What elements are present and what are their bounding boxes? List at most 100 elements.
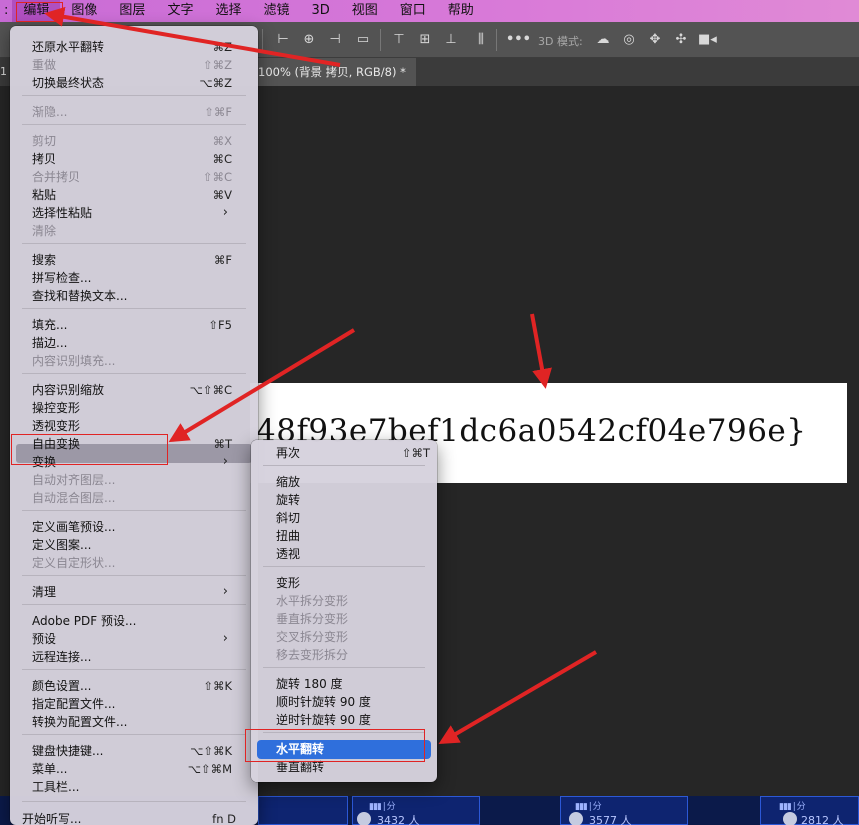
edit-menu-item-fill[interactable]: 填充... ⇧F5: [32, 316, 242, 334]
menu-item-shortcut: ⇧F5: [208, 318, 232, 332]
menubar-item-layer[interactable]: 图层: [108, 0, 156, 22]
menu-item-label: 水平拆分变形: [276, 594, 349, 608]
edit-menu-item-auto-align-layers[interactable]: 自动对齐图层...: [32, 471, 242, 489]
edit-menu-item-auto-blend-layers[interactable]: 自动混合图层...: [32, 489, 242, 507]
transform-menu-item-split-warp-vertical[interactable]: 垂直拆分变形: [276, 610, 426, 628]
edit-menu-item-menus[interactable]: 菜单... ⌥⇧⌘M: [32, 760, 242, 778]
edit-menu-item-keyboard-shortcuts[interactable]: 键盘快捷键... ⌥⇧⌘K: [32, 742, 242, 760]
align-top-edges-icon[interactable]: ⊤: [390, 31, 408, 49]
menubar-item-view[interactable]: 视图: [341, 0, 389, 22]
transform-menu-item-skew[interactable]: 斜切: [276, 509, 426, 527]
edit-menu-item-toolbar[interactable]: 工具栏...: [32, 778, 242, 796]
slide-3d-icon[interactable]: ✣: [672, 31, 690, 49]
transform-menu-item-again[interactable]: 再次 ⇧⌘T: [276, 444, 430, 462]
transform-menu-item-rotate-180[interactable]: 旋转 180 度: [276, 675, 426, 693]
more-icon[interactable]: •••: [506, 31, 531, 49]
document-tab[interactable]: 100% (背景 拷贝, RGB/8) *: [250, 58, 416, 86]
annotation-box-transform: [11, 434, 168, 465]
align-bottom-edges-icon[interactable]: ⊥: [442, 31, 460, 49]
menu-item-shortcut: ⌘T: [213, 437, 232, 451]
edit-menu-item-start-dictation[interactable]: 开始听写... fn D: [22, 810, 242, 825]
edit-menu-item-stroke[interactable]: 描边...: [32, 334, 242, 352]
edit-menu-item-cut[interactable]: 剪切 ⌘X: [32, 132, 242, 150]
menu-item-label: 扭曲: [276, 529, 301, 543]
transform-menu-item-rotate-90-cw[interactable]: 顺时针旋转 90 度: [276, 693, 426, 711]
document-tab-stub[interactable]: 1: [0, 58, 7, 86]
menu-item-label: 斜切: [276, 511, 301, 525]
edit-menu-item-undo[interactable]: 还原水平翻转 ⌘Z: [32, 38, 242, 56]
edit-menu-item-puppet-warp[interactable]: 操控变形: [32, 399, 242, 417]
edit-menu-item-redo[interactable]: 重做 ⇧⌘Z: [32, 56, 242, 74]
pan-3d-icon[interactable]: ✥: [646, 31, 664, 49]
edit-menu-item-check-spelling[interactable]: 拼写检查...: [32, 269, 242, 287]
edit-menu-item-paste-special[interactable]: 选择性粘贴 ›: [32, 204, 242, 222]
distribute-icon[interactable]: ▭: [354, 31, 372, 49]
edit-menu-item-toggle-last-state[interactable]: 切换最终状态 ⌥⌘Z: [32, 74, 242, 92]
edit-menu-item-purge[interactable]: 清理 ›: [32, 583, 242, 601]
options-separator: [496, 29, 497, 51]
menu-item-label: 定义自定形状...: [32, 556, 116, 570]
edit-menu-item-fade[interactable]: 渐隐... ⇧⌘F: [32, 103, 242, 121]
menu-item-label: 颜色设置...: [32, 679, 92, 693]
scale-3d-icon[interactable]: ■◂: [698, 31, 717, 49]
transform-menu-item-rotate[interactable]: 旋转: [276, 491, 426, 509]
menu-item-shortcut: ⇧⌘C: [202, 170, 232, 184]
edit-menu-item-presets[interactable]: 预设 ›: [32, 630, 242, 648]
transform-menu-item-remove-warp-split[interactable]: 移去变形拆分: [276, 646, 426, 664]
menu-item-shortcut: fn D: [212, 812, 236, 825]
edit-menu-item-define-custom-shape[interactable]: 定义自定形状...: [32, 554, 242, 572]
edit-menu-item-paste[interactable]: 粘贴 ⌘V: [32, 186, 242, 204]
menubar-item-window[interactable]: 窗口: [389, 0, 437, 22]
transform-menu-item-distort[interactable]: 扭曲: [276, 527, 426, 545]
count-label: 2812 人: [801, 814, 844, 825]
transform-menu-item-rotate-90-ccw[interactable]: 逆时针旋转 90 度: [276, 711, 426, 729]
battery-glyph: ▮▮▮ | 分: [575, 802, 602, 812]
roll-3d-icon[interactable]: ◎: [620, 31, 638, 49]
menu-item-label: 旋转: [276, 493, 301, 507]
image-panel: ▮▮▮ | 分 3577 人: [560, 796, 688, 825]
edit-menu-item-adobe-pdf-presets[interactable]: Adobe PDF 预设...: [32, 612, 242, 630]
menu-item-label: 转换为配置文件...: [32, 715, 128, 729]
menu-item-label: 菜单...: [32, 762, 68, 776]
align-left-edges-icon[interactable]: ⊢: [274, 31, 292, 49]
transform-menu-item-scale[interactable]: 缩放: [276, 473, 426, 491]
menu-item-label: 自动混合图层...: [32, 491, 116, 505]
edit-menu-item-color-settings[interactable]: 颜色设置... ⇧⌘K: [32, 677, 242, 695]
transform-menu-item-split-warp-crosswise[interactable]: 交叉拆分变形: [276, 628, 426, 646]
edit-menu-item-content-aware-fill[interactable]: 内容识别填充...: [32, 352, 242, 370]
menu-item-label: 剪切: [32, 134, 57, 148]
edit-menu-item-perspective-warp[interactable]: 透视变形: [32, 417, 242, 435]
edit-menu-item-assign-profile[interactable]: 指定配置文件...: [32, 695, 242, 713]
menubar-item-type[interactable]: 文字: [156, 0, 204, 22]
chevron-right-icon: ›: [222, 454, 228, 469]
transform-menu-item-perspective[interactable]: 透视: [276, 545, 426, 563]
edit-menu-item-define-pattern[interactable]: 定义图案...: [32, 536, 242, 554]
menubar-item-3d[interactable]: 3D: [300, 0, 340, 22]
edit-menu-item-find-replace-text[interactable]: 查找和替换文本...: [32, 287, 242, 305]
align-vertical-centers-icon[interactable]: ⊞: [416, 31, 434, 49]
edit-menu-item-clear[interactable]: 清除: [32, 222, 242, 240]
transform-menu-item-warp[interactable]: 变形: [276, 574, 426, 592]
transform-menu-item-split-warp-horizontal[interactable]: 水平拆分变形: [276, 592, 426, 610]
menubar-item-image[interactable]: 图像: [60, 0, 108, 22]
edit-menu-item-search[interactable]: 搜索 ⌘F: [32, 251, 242, 269]
menu-item-label: 变形: [276, 576, 301, 590]
menubar-item-select[interactable]: 选择: [204, 0, 252, 22]
menu-item-shortcut: ⇧⌘F: [204, 105, 232, 119]
menubar-item-help[interactable]: 帮助: [437, 0, 485, 22]
edit-menu-item-content-aware-scale[interactable]: 内容识别缩放 ⌥⇧⌘C: [32, 381, 242, 399]
person-icon: [357, 812, 371, 825]
menu-item-shortcut: ⌘Z: [212, 40, 232, 54]
edit-menu-item-copy-merged[interactable]: 合并拷贝 ⇧⌘C: [32, 168, 242, 186]
align-right-edges-icon[interactable]: ⊣: [326, 31, 344, 49]
menu-bar: : 编辑 图像 图层 文字 选择 滤镜 3D 视图 窗口 帮助: [0, 0, 859, 22]
edit-menu-item-remote-connections[interactable]: 远程连接...: [32, 648, 242, 666]
orbit-3d-icon[interactable]: ☁: [594, 31, 612, 49]
edit-menu-item-copy[interactable]: 拷贝 ⌘C: [32, 150, 242, 168]
apple-menu-stub[interactable]: :: [0, 0, 12, 22]
distribute-vertical-icon[interactable]: ⫼: [472, 31, 490, 49]
align-horizontal-centers-icon[interactable]: ⊕: [300, 31, 318, 49]
menubar-item-filter[interactable]: 滤镜: [252, 0, 300, 22]
edit-menu-item-define-brush-preset[interactable]: 定义画笔预设...: [32, 518, 242, 536]
edit-menu-item-convert-to-profile[interactable]: 转换为配置文件...: [32, 713, 242, 731]
